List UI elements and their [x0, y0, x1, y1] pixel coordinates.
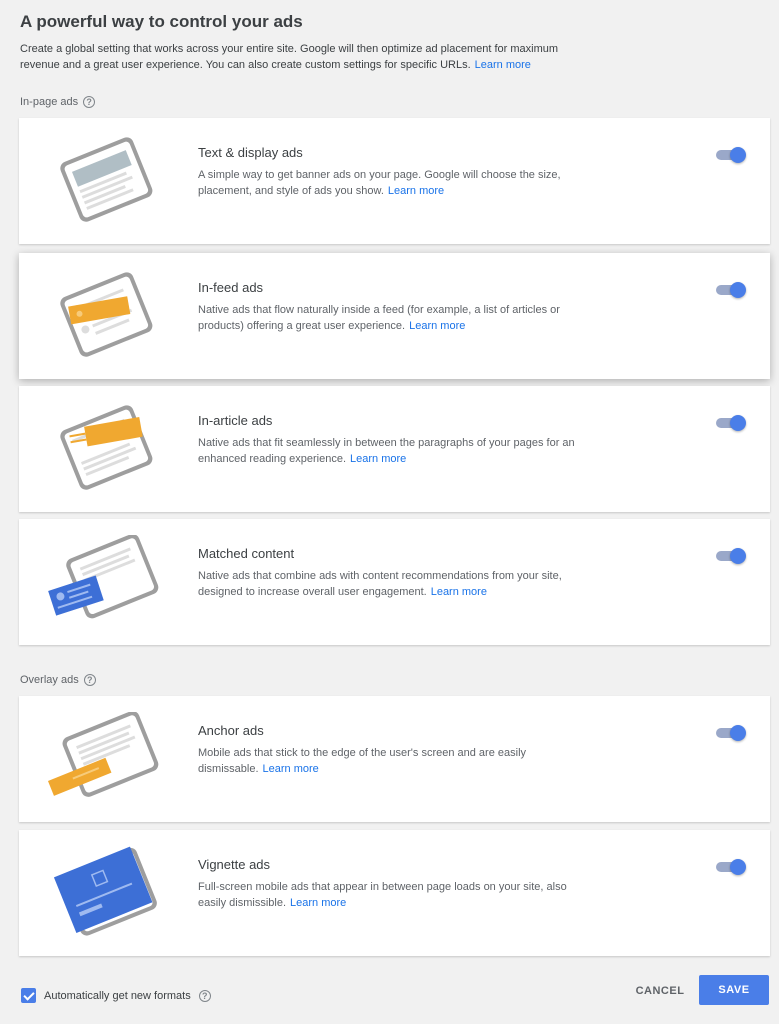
card-matched-content: Matched content Native ads that combine … [19, 519, 770, 645]
overlay-ads-section-label: Overlay ads ? [20, 674, 96, 686]
matched-content-toggle[interactable] [714, 548, 746, 564]
in-page-ads-label: In-page ads [20, 96, 79, 108]
page-description: Create a global setting that works acros… [20, 41, 580, 73]
in-feed-ads-toggle[interactable] [714, 282, 746, 298]
vignette-ads-illustration [53, 846, 157, 936]
anchor-ads-illustration [47, 712, 159, 797]
in-article-ads-toggle[interactable] [714, 415, 746, 431]
auto-formats-checkbox[interactable] [21, 988, 36, 1003]
learn-more-link[interactable]: Learn more [350, 453, 406, 465]
learn-more-link[interactable]: Learn more [388, 185, 444, 197]
card-description-text: Mobile ads that stick to the edge of the… [198, 747, 527, 775]
card-description-text: A simple way to get banner ads on your p… [198, 169, 561, 197]
card-description-text: Native ads that combine ads with content… [198, 570, 562, 598]
text-display-ads-illustration [60, 137, 153, 222]
help-icon[interactable]: ? [198, 989, 211, 1002]
card-title: Anchor ads [198, 723, 264, 738]
header-learn-more-link[interactable]: Learn more [475, 59, 531, 71]
in-article-ads-illustration [60, 405, 153, 490]
card-title: In-feed ads [198, 280, 264, 295]
overlay-ads-label: Overlay ads [20, 674, 79, 686]
card-description-text: Full-screen mobile ads that appear in be… [198, 881, 567, 909]
card-description: Native ads that flow naturally inside a … [198, 302, 588, 334]
card-title: Text & display ads [198, 145, 303, 160]
learn-more-link[interactable]: Learn more [263, 763, 319, 775]
learn-more-link[interactable]: Learn more [290, 897, 346, 909]
card-in-article-ads: In-article ads Native ads that fit seaml… [19, 386, 770, 512]
card-in-feed-ads: In-feed ads Native ads that flow natural… [19, 253, 770, 379]
card-description: Full-screen mobile ads that appear in be… [198, 879, 588, 911]
learn-more-link[interactable]: Learn more [409, 320, 465, 332]
in-feed-ads-illustration [60, 272, 153, 357]
card-text-display-ads: Text & display ads A simple way to get b… [19, 118, 770, 244]
toggle-knob [730, 282, 746, 298]
cancel-button[interactable]: CANCEL [625, 978, 695, 1004]
save-button[interactable]: SAVE [699, 975, 769, 1005]
page-title: A powerful way to control your ads [20, 12, 303, 31]
card-description: Native ads that fit seamlessly in betwee… [198, 435, 588, 467]
card-title: Vignette ads [198, 857, 271, 872]
toggle-knob [730, 415, 746, 431]
toggle-knob [730, 147, 746, 163]
auto-formats-label: Automatically get new formats [44, 989, 191, 1002]
card-anchor-ads: Anchor ads Mobile ads that stick to the … [19, 696, 770, 822]
in-page-ads-section-label: In-page ads ? [20, 96, 96, 108]
vignette-ads-toggle[interactable] [714, 859, 746, 875]
card-description: Native ads that combine ads with content… [198, 568, 588, 600]
card-title: Matched content [198, 546, 295, 561]
matched-content-illustration [48, 535, 159, 619]
card-vignette-ads: Vignette ads Full-screen mobile ads that… [19, 830, 770, 956]
anchor-ads-toggle[interactable] [714, 725, 746, 741]
toggle-knob [730, 548, 746, 564]
card-description-text: Native ads that flow naturally inside a … [198, 304, 560, 332]
help-icon[interactable]: ? [83, 96, 96, 108]
learn-more-link[interactable]: Learn more [431, 586, 487, 598]
card-description: Mobile ads that stick to the edge of the… [198, 745, 588, 777]
help-icon[interactable]: ? [83, 674, 96, 686]
text-display-ads-toggle[interactable] [714, 147, 746, 163]
auto-formats-row: Automatically get new formats ? [21, 988, 211, 1003]
card-description: A simple way to get banner ads on your p… [198, 167, 588, 199]
toggle-knob [730, 859, 746, 875]
toggle-knob [730, 725, 746, 741]
card-title: In-article ads [198, 413, 273, 428]
